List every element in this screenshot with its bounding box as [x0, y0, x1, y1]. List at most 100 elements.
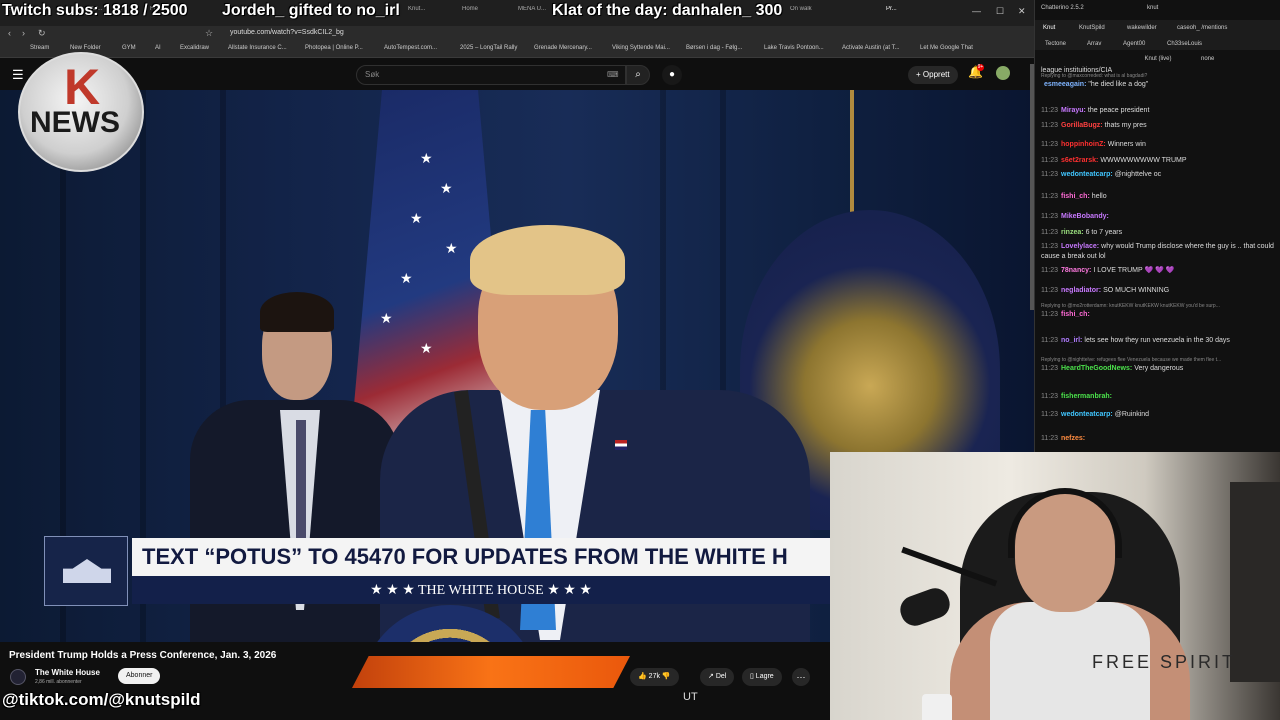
lower-third-banner: TEXT “POTUS” TO 45470 FOR UPDATES FROM T…	[44, 536, 830, 606]
bookmark[interactable]: AutoTempest.com...	[384, 45, 437, 51]
bookmark[interactable]: Lake Travis Pontoon...	[764, 45, 824, 51]
chat-username[interactable]: HeardTheGoodNews:	[1061, 365, 1132, 372]
avatar[interactable]	[996, 66, 1010, 80]
orange-overlay-banner	[352, 656, 630, 688]
bookmark[interactable]: Let Me Google That	[920, 45, 973, 51]
browser-tab[interactable]: Knut...	[408, 6, 448, 22]
maximize-icon[interactable]: ☐	[996, 6, 1004, 17]
bookmark[interactable]: AI	[155, 45, 161, 51]
chat-timestamp: 11:23	[1041, 365, 1058, 372]
subscribe-button[interactable]: Abonner	[118, 668, 161, 684]
chat-message: 11:23 Lovelylace: why would Trump disclose…	[1041, 242, 1277, 262]
chat-username[interactable]: MikeBobandy:	[1061, 213, 1109, 220]
chat-tab[interactable]: Ch33seLouis	[1167, 41, 1202, 47]
chat-username[interactable]: nefzes:	[1061, 435, 1085, 442]
bookmark[interactable]: Grenade Mercenary...	[534, 45, 592, 51]
more-options-icon[interactable]: ⋯	[792, 668, 810, 686]
chat-username[interactable]: esmeeagain:	[1044, 81, 1086, 88]
bookmark-star-icon[interactable]: ☆	[205, 28, 213, 39]
address-bar: ‹ › ↻ ☆ youtube.com/watch?v=SsdkCIL2_bg	[0, 26, 1034, 42]
chat-message: 11:23 rinzea: 6 to 7 years	[1041, 228, 1277, 238]
bookmark[interactable]: Viking Syttende Mai...	[612, 45, 670, 51]
chat-username[interactable]: no_irl:	[1061, 337, 1082, 344]
chat-text: Winners win	[1107, 141, 1146, 148]
bookmark[interactable]: Stream	[30, 45, 49, 51]
chat-text: thats my pres	[1104, 122, 1147, 129]
chat-message: 11:23 fishermanbrah:	[1041, 392, 1277, 402]
chatterino-window: Chatterino 2.5.2 knut Knut KnutSpild wak…	[1034, 0, 1280, 452]
chat-messages: league instituitions/CIA Replying to @ma…	[1041, 66, 1277, 452]
thumbs-down-icon[interactable]: 👎	[662, 673, 671, 680]
browser-tab[interactable]: Home	[462, 6, 498, 22]
chat-timestamp: 11:23	[1041, 229, 1058, 236]
forward-icon[interactable]: ›	[22, 28, 25, 38]
save-button[interactable]: ▯ Lagre	[742, 668, 782, 686]
create-button[interactable]: + Opprett	[908, 66, 958, 84]
chat-tabs: Knut KnutSpild wakewilder caseoh_ /menti…	[1035, 20, 1280, 50]
chat-tab[interactable]: wakewilder	[1127, 25, 1157, 31]
chat-tab-active[interactable]: Knut	[1043, 25, 1055, 31]
chat-timestamp: 11:23	[1041, 337, 1058, 344]
chat-text: lets see how they run venezuela in the 3…	[1084, 337, 1230, 344]
chat-username[interactable]: fishermanbrah:	[1061, 393, 1112, 400]
chatterino-user[interactable]: knut	[1147, 5, 1158, 11]
channel-avatar[interactable]	[10, 669, 26, 685]
close-icon[interactable]: ✕	[1018, 6, 1026, 17]
chat-username[interactable]: Mirayu:	[1061, 107, 1086, 114]
chat-username[interactable]: wedonteatcarp:	[1061, 411, 1113, 418]
keyboard-icon[interactable]: ⌨	[607, 70, 619, 79]
minimize-icon[interactable]: —	[972, 6, 981, 16]
bookmark[interactable]: GYM	[122, 45, 136, 51]
chat-scrollbar[interactable]	[1030, 64, 1034, 310]
channel-name[interactable]: The White House	[35, 668, 100, 677]
bookmark[interactable]: New Folder	[70, 45, 101, 51]
browser-tab[interactable]: On walk	[790, 6, 820, 22]
chat-message: 11:23 wedonteatcarp: @Ruinkind	[1041, 410, 1277, 420]
chat-text: I LOVE TRUMP 💜 💜 💜	[1093, 267, 1175, 274]
chat-text: 6 to 7 years	[1085, 229, 1123, 236]
bookmark[interactable]: Photopea | Online P...	[305, 45, 363, 51]
chat-timestamp: 11:23	[1041, 267, 1058, 274]
lower-third-main: TEXT “POTUS” TO 45470 FOR UPDATES FROM T…	[132, 538, 830, 576]
chat-message: 11:23 Mirayu: the peace president	[1041, 106, 1277, 116]
screen: Stream Xtr... Frou... Trainin... Knut...…	[0, 0, 1280, 720]
chat-message: 11:23 fishi_ch:	[1041, 310, 1277, 320]
search-input[interactable]: Søk ⌨	[356, 65, 626, 85]
chat-tab[interactable]: Arrav	[1087, 41, 1101, 47]
bookmark[interactable]: Excalidraw	[180, 45, 209, 51]
chat-username[interactable]: fishi_ch:	[1061, 311, 1090, 318]
chat-tab[interactable]: caseoh_ /mentions	[1177, 25, 1227, 31]
chat-timestamp: 11:23	[1041, 157, 1058, 164]
bookmark[interactable]: Allstate Insurance C...	[228, 45, 287, 51]
chat-username[interactable]: fishi_ch:	[1061, 193, 1090, 200]
share-button[interactable]: ↗ Del	[700, 668, 735, 686]
reload-icon[interactable]: ↻	[38, 28, 46, 39]
chat-tab[interactable]: Agent00	[1123, 41, 1145, 47]
like-button[interactable]: 👍 27k 👎	[630, 668, 679, 686]
bookmark[interactable]: 2025 – LongTail Rally	[460, 45, 517, 51]
chat-tab[interactable]: KnutSpild	[1079, 25, 1105, 31]
chat-username[interactable]: negladiator:	[1061, 287, 1101, 294]
menu-icon[interactable]: ☰	[12, 67, 24, 83]
bookmark[interactable]: Børsen i dag - Følg...	[686, 45, 742, 51]
url-field[interactable]: youtube.com/watch?v=SsdkCIL2_bg	[230, 29, 344, 36]
chat-message: 11:23 78nancy: I LOVE TRUMP 💜 💜 💜	[1041, 266, 1277, 276]
chat-username[interactable]: wedonteatcarp:	[1061, 171, 1113, 178]
chat-username[interactable]: 78nancy:	[1061, 267, 1091, 274]
search-icon[interactable]: ⌕	[626, 65, 650, 85]
create-label: Opprett	[922, 70, 950, 79]
chat-username[interactable]: rinzea:	[1061, 229, 1084, 236]
chat-username[interactable]: hoppinhoinZ:	[1061, 141, 1106, 148]
browser-tab-active[interactable]: Pr...	[886, 6, 910, 22]
chat-username[interactable]: s6et2rarsk:	[1061, 157, 1098, 164]
chat-text: @Ruinkind	[1114, 411, 1150, 418]
flag-pin	[615, 440, 627, 450]
chat-username[interactable]: Lovelylace:	[1061, 243, 1099, 250]
chat-username[interactable]: GorillaBugz:	[1061, 122, 1103, 129]
back-icon[interactable]: ‹	[8, 28, 11, 38]
chat-tab[interactable]: Tectone	[1045, 41, 1066, 47]
bookmark[interactable]: Activate Austin (at T...	[842, 45, 900, 51]
microphone-icon[interactable]: ●	[662, 65, 682, 85]
chat-mode-label: none	[1201, 56, 1215, 62]
bookmarks-bar: Stream New Folder GYM AI Excalidraw Alls…	[0, 42, 1034, 58]
